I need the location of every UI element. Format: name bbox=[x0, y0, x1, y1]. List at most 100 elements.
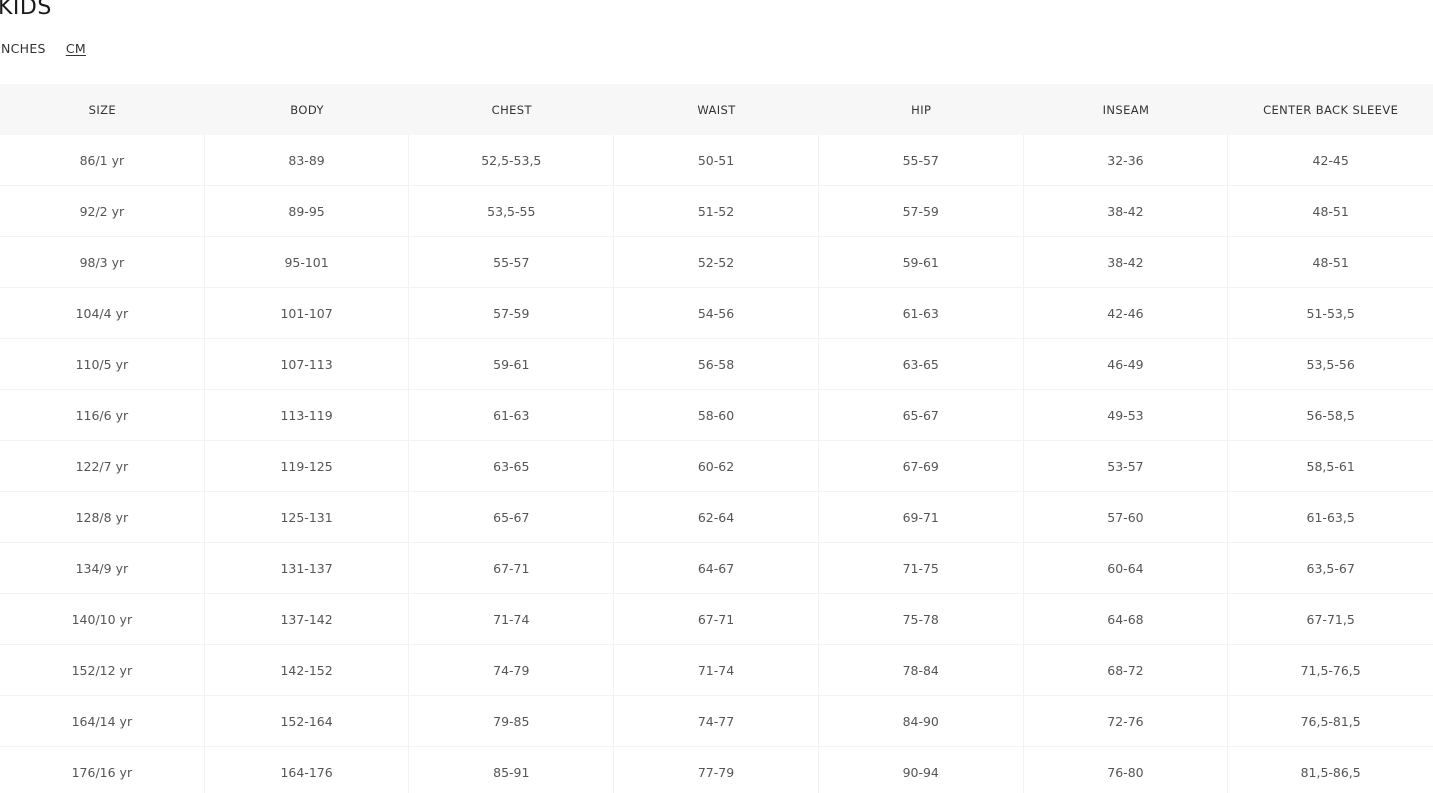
cell-waist: 58-60 bbox=[614, 390, 819, 440]
table-row: 128/8 yr 125-131 65-67 62-64 69-71 57-60 61-63… bbox=[0, 492, 1433, 543]
cell-inseam: 32-36 bbox=[1024, 135, 1229, 185]
cell-body: 142-152 bbox=[205, 645, 410, 695]
cell-hip: 63-65 bbox=[819, 339, 1024, 389]
size-chart-page: KIDS INCHES CM SIZE BODY CHEST WAIST HIP… bbox=[0, 0, 1433, 793]
table-row: 134/9 yr 131-137 67-71 64-67 71-75 60-64 63,5-… bbox=[0, 543, 1433, 594]
cell-center-back-sleeve: 42-45 bbox=[1312, 152, 1349, 168]
cell-size: 104/4 yr bbox=[0, 288, 205, 338]
header-size: SIZE bbox=[88, 102, 117, 117]
table-row: 116/6 yr 113-119 61-63 58-60 65-67 49-53 56-58… bbox=[0, 390, 1433, 441]
cell-waist: 62-64 bbox=[614, 492, 819, 542]
cell-chest: 63-65 bbox=[409, 441, 615, 491]
cell-center-back-sleeve: 67-71,5 bbox=[1306, 611, 1355, 627]
cell-waist: 56-58 bbox=[614, 339, 819, 389]
cell-size: 86/1 yr bbox=[0, 135, 205, 185]
cell-hip: 67-69 bbox=[819, 441, 1024, 491]
cell-waist: 71-74 bbox=[614, 645, 819, 695]
cell-center-back-sleeve: 63,5-67 bbox=[1306, 560, 1355, 576]
cell-waist: 52-52 bbox=[614, 237, 819, 287]
cell-body: 89-95 bbox=[205, 186, 410, 236]
cell-inseam: 49-53 bbox=[1024, 390, 1229, 440]
table-row: 86/1 yr 83-89 52,5-53,5 50-51 55-57 32-36 42-4… bbox=[0, 135, 1433, 186]
cell-waist: 60-62 bbox=[614, 441, 819, 491]
cell-chest: 74-79 bbox=[409, 645, 615, 695]
header-chest: CHEST bbox=[491, 102, 532, 117]
cell-chest: 57-59 bbox=[409, 288, 615, 338]
cell-size: 116/6 yr bbox=[0, 390, 205, 440]
unit-toggle: INCHES CM bbox=[0, 41, 86, 57]
cell-hip: 65-67 bbox=[819, 390, 1024, 440]
size-table: SIZE BODY CHEST WAIST HIP INSEAM CENTER … bbox=[0, 84, 1433, 793]
table-row: 152/12 yr 142-152 74-79 71-74 78-84 68-72 71,5… bbox=[0, 645, 1433, 696]
cell-inseam: 38-42 bbox=[1024, 237, 1229, 287]
cell-body: 164-176 bbox=[205, 747, 410, 793]
cell-inseam: 76-80 bbox=[1024, 747, 1229, 793]
cell-body: 137-142 bbox=[205, 594, 410, 644]
table-row: 122/7 yr 119-125 63-65 60-62 67-69 53-57 58,5-… bbox=[0, 441, 1433, 492]
cell-size: 152/12 yr bbox=[0, 645, 205, 695]
cell-size: 140/10 yr bbox=[0, 594, 205, 644]
table-row: 92/2 yr 89-95 53,5-55 51-52 57-59 38-42 48-51 bbox=[0, 186, 1433, 237]
header-waist: WAIST bbox=[697, 102, 736, 117]
cell-chest: 85-91 bbox=[409, 747, 615, 793]
cell-center-back-sleeve: 56-58,5 bbox=[1306, 407, 1355, 423]
table-row: 98/3 yr 95-101 55-57 52-52 59-61 38-42 48-51 bbox=[0, 237, 1433, 288]
table-row: 140/10 yr 137-142 71-74 67-71 75-78 64-68 67-7… bbox=[0, 594, 1433, 645]
cell-inseam: 60-64 bbox=[1024, 543, 1229, 593]
cell-size: 98/3 yr bbox=[0, 237, 205, 287]
header-center-back-sleeve: CENTER BACK SLEEVE bbox=[1263, 102, 1399, 117]
cell-inseam: 72-76 bbox=[1024, 696, 1229, 746]
cell-inseam: 64-68 bbox=[1024, 594, 1229, 644]
cell-chest: 55-57 bbox=[409, 237, 615, 287]
header-body: BODY bbox=[290, 102, 324, 117]
cell-waist: 51-52 bbox=[614, 186, 819, 236]
unit-cm-option[interactable]: CM bbox=[66, 41, 86, 57]
cell-chest: 59-61 bbox=[409, 339, 615, 389]
header-hip: HIP bbox=[911, 102, 932, 117]
cell-size: 176/16 yr bbox=[0, 747, 205, 793]
cell-body: 131-137 bbox=[205, 543, 410, 593]
cell-chest: 65-67 bbox=[409, 492, 615, 542]
header-inseam: INSEAM bbox=[1102, 102, 1150, 117]
cell-inseam: 38-42 bbox=[1024, 186, 1229, 236]
cell-inseam: 42-46 bbox=[1024, 288, 1229, 338]
cell-size: 92/2 yr bbox=[0, 186, 205, 236]
cell-center-back-sleeve: 58,5-61 bbox=[1306, 458, 1355, 474]
cell-hip: 84-90 bbox=[819, 696, 1024, 746]
table-body: 86/1 yr 83-89 52,5-53,5 50-51 55-57 32-36 42-4… bbox=[0, 135, 1433, 793]
cell-center-back-sleeve: 53,5-56 bbox=[1306, 356, 1355, 372]
unit-inches-option[interactable]: INCHES bbox=[0, 41, 46, 57]
table-row: 164/14 yr 152-164 79-85 74-77 84-90 72-76 76,5… bbox=[0, 696, 1433, 747]
cell-body: 101-107 bbox=[205, 288, 410, 338]
cell-body: 152-164 bbox=[205, 696, 410, 746]
cell-chest: 52,5-53,5 bbox=[409, 135, 615, 185]
cell-size: 128/8 yr bbox=[0, 492, 205, 542]
cell-size: 134/9 yr bbox=[0, 543, 205, 593]
cell-chest: 71-74 bbox=[409, 594, 615, 644]
table-row: 104/4 yr 101-107 57-59 54-56 61-63 42-46 51-53… bbox=[0, 288, 1433, 339]
page-title: KIDS bbox=[0, 0, 52, 20]
table-header: SIZE BODY CHEST WAIST HIP INSEAM CENTER … bbox=[0, 84, 1433, 135]
cell-inseam: 46-49 bbox=[1024, 339, 1229, 389]
cell-waist: 67-71 bbox=[614, 594, 819, 644]
cell-size: 164/14 yr bbox=[0, 696, 205, 746]
cell-size: 122/7 yr bbox=[0, 441, 205, 491]
cell-hip: 71-75 bbox=[819, 543, 1024, 593]
cell-waist: 77-79 bbox=[614, 747, 819, 793]
cell-hip: 90-94 bbox=[819, 747, 1024, 793]
cell-body: 125-131 bbox=[205, 492, 410, 542]
cell-center-back-sleeve: 51-53,5 bbox=[1306, 305, 1355, 321]
cell-hip: 57-59 bbox=[819, 186, 1024, 236]
cell-center-back-sleeve: 48-51 bbox=[1312, 203, 1349, 219]
cell-waist: 54-56 bbox=[614, 288, 819, 338]
cell-center-back-sleeve: 48-51 bbox=[1312, 254, 1349, 270]
cell-chest: 61-63 bbox=[409, 390, 615, 440]
cell-inseam: 53-57 bbox=[1024, 441, 1229, 491]
cell-body: 107-113 bbox=[205, 339, 410, 389]
cell-size: 110/5 yr bbox=[0, 339, 205, 389]
cell-waist: 50-51 bbox=[614, 135, 819, 185]
cell-center-back-sleeve: 71,5-76,5 bbox=[1300, 662, 1361, 678]
cell-center-back-sleeve: 81,5-86,5 bbox=[1300, 764, 1361, 780]
cell-center-back-sleeve: 61-63,5 bbox=[1306, 509, 1355, 525]
cell-body: 83-89 bbox=[205, 135, 410, 185]
